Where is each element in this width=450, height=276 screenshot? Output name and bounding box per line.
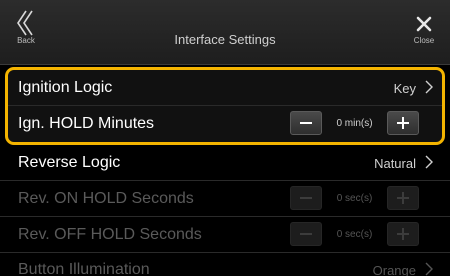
stepper-value: 0 min(s) [336,118,373,129]
close-button[interactable]: Close [402,0,446,62]
stepper-value: 0 sec(s) [336,229,373,240]
setting-row-ign-hold-minutes: Ign. HOLD Minutes 0 min(s) [8,106,442,141]
setting-value: Natural [374,156,416,171]
close-label: Close [413,36,435,45]
setting-row-ignition-logic[interactable]: Ignition Logic Key [8,70,442,106]
setting-row-rev-on-hold-seconds: Rev. ON HOLD Seconds 0 sec(s) [0,181,450,217]
decrement-button[interactable] [290,222,322,246]
setting-row-button-illumination: Button Illumination Orange [0,253,450,276]
header-bar: Back Interface Settings Close [0,0,450,65]
chevron-right-icon [425,80,433,94]
chevron-right-icon [425,155,433,169]
setting-label: Reverse Logic [18,154,121,171]
plus-icon [397,228,409,240]
setting-label: Ignition Logic [18,79,113,96]
decrement-button[interactable] [290,111,322,135]
setting-value: Key [393,81,416,96]
increment-button[interactable] [387,222,419,246]
plus-icon [397,117,409,129]
setting-label: Rev. OFF HOLD Seconds [18,226,202,243]
minus-icon [300,233,312,235]
stepper-value: 0 sec(s) [336,193,373,204]
decrement-button[interactable] [290,186,322,210]
minus-icon [300,197,312,199]
setting-label: Button Illumination [18,261,150,276]
setting-value: Orange [372,263,416,276]
chevron-right-icon [425,262,433,276]
setting-label: Rev. ON HOLD Seconds [18,190,194,207]
increment-button[interactable] [387,111,419,135]
minus-icon [300,122,312,124]
setting-label: Ign. HOLD Minutes [18,115,155,132]
setting-row-rev-off-hold-seconds: Rev. OFF HOLD Seconds 0 sec(s) [0,217,450,253]
back-button[interactable]: Back [4,0,48,62]
close-icon [416,16,432,32]
page-title: Interface Settings [174,32,276,47]
increment-button[interactable] [387,186,419,210]
plus-icon [397,192,409,204]
setting-row-reverse-logic[interactable]: Reverse Logic Natural [0,145,450,181]
